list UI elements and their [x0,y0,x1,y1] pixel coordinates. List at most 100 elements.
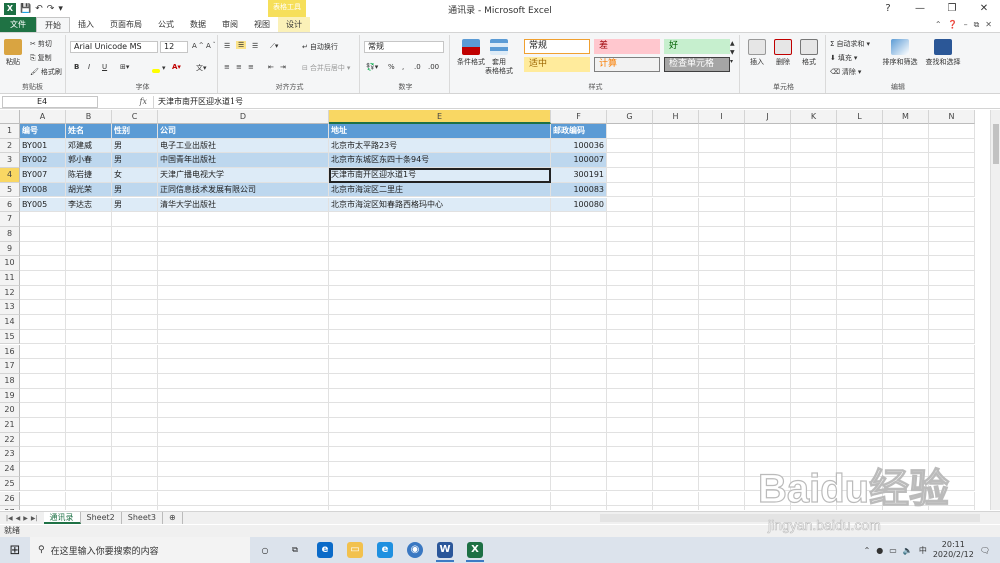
column-header[interactable]: A [20,110,66,124]
table-cell[interactable] [837,182,883,198]
table-cell[interactable] [66,271,112,286]
table-cell[interactable] [653,359,699,374]
table-cell[interactable] [699,300,745,316]
table-cell[interactable] [653,226,699,242]
table-cell[interactable] [699,226,745,242]
tab-file[interactable]: 文件 [0,17,36,32]
table-cell[interactable] [929,138,975,154]
table-cell[interactable] [653,271,699,286]
table-cell[interactable] [883,241,929,257]
table-cell[interactable] [699,329,745,345]
table-cell[interactable] [883,359,929,374]
table-cell[interactable] [791,197,837,213]
table-cell[interactable] [158,256,329,271]
cell-style-option[interactable]: 适中 [524,57,590,72]
table-cell[interactable] [653,124,699,139]
table-cell[interactable] [607,285,653,301]
worksheet-grid[interactable]: A B C D E F G H I J K L M N 1 编号 姓名 性别 公司 地址 邮政编码 2 BY001 邓建威男电… [0,110,990,510]
decrease-decimal-icon[interactable]: .00 [428,63,439,71]
windows-start-icon[interactable]: ⊞ [0,543,30,558]
table-cell[interactable] [66,462,112,477]
table-cell[interactable] [883,124,929,139]
table-cell[interactable] [551,329,607,345]
word-icon[interactable]: W [430,537,460,563]
table-cell[interactable] [791,447,837,463]
table-cell[interactable] [837,315,883,330]
table-cell[interactable] [551,300,607,316]
table-cell[interactable]: 天津市南开区迎水道1号 [329,168,551,183]
table-cell[interactable] [745,329,791,345]
row-header[interactable]: 26 [0,491,20,507]
column-header[interactable]: J [745,110,791,124]
format-painter-button[interactable]: 🖌 格式刷 [30,67,62,77]
table-cell[interactable] [158,285,329,301]
table-cell[interactable] [837,329,883,345]
table-cell[interactable] [551,403,607,418]
table-cell[interactable] [929,447,975,463]
row-header[interactable]: 6 [0,197,20,213]
column-header[interactable]: L [837,110,883,124]
table-cell[interactable] [112,329,158,345]
table-cell[interactable] [791,315,837,330]
table-cell[interactable] [66,315,112,330]
sort-filter-button[interactable]: 排序和筛选 [880,39,920,67]
table-cell[interactable] [699,124,745,139]
table-cell[interactable] [66,432,112,448]
row-header[interactable]: 10 [0,256,20,271]
tab-page-layout[interactable]: 页面布局 [102,17,150,32]
table-cell[interactable] [66,506,112,510]
table-cell[interactable] [791,373,837,389]
increase-decimal-icon[interactable]: .0 [414,63,421,71]
table-cell[interactable] [929,315,975,330]
table-cell[interactable] [20,418,66,433]
volume-icon[interactable]: 🔈 [903,546,913,555]
table-cell[interactable] [745,212,791,227]
table-cell[interactable] [699,168,745,183]
align-middle-icon[interactable]: ☰ [236,41,247,49]
table-cell[interactable] [699,373,745,389]
table-cell[interactable] [791,256,837,271]
ribbon-restore-icon[interactable]: ⧉ [974,20,980,30]
table-cell[interactable] [20,226,66,242]
row-header[interactable]: 7 [0,212,20,227]
table-cell[interactable] [607,300,653,316]
table-cell[interactable] [112,418,158,433]
wrap-text-button[interactable]: ↵ 自动换行 [302,42,338,52]
table-cell[interactable] [883,447,929,463]
find-select-button[interactable]: 查找和选择 [922,39,964,67]
table-cell[interactable]: 100083 [551,182,607,198]
table-cell[interactable] [112,462,158,477]
table-cell[interactable] [791,432,837,448]
collapse-ribbon-icon[interactable]: ⌃ [935,20,942,30]
table-cell[interactable] [20,359,66,374]
table-cell[interactable] [112,241,158,257]
table-cell[interactable]: 编号 [20,124,66,139]
table-cell[interactable] [883,344,929,360]
comma-icon[interactable]: , [402,63,404,71]
table-cell[interactable] [883,418,929,433]
table-cell[interactable] [20,256,66,271]
table-cell[interactable] [329,226,551,242]
table-cell[interactable] [929,506,975,510]
table-cell[interactable] [607,491,653,507]
table-cell[interactable] [607,182,653,198]
table-cell[interactable] [929,462,975,477]
table-cell[interactable] [158,212,329,227]
table-cell[interactable] [158,462,329,477]
table-cell[interactable] [329,476,551,492]
table-cell[interactable] [607,344,653,360]
table-cell[interactable] [329,388,551,404]
fill-button[interactable]: ⬇ 填充 ▾ [830,53,857,63]
table-cell[interactable] [607,506,653,510]
table-cell[interactable] [699,153,745,169]
table-cell[interactable] [607,476,653,492]
table-cell[interactable] [929,197,975,213]
table-cell[interactable]: 北京市海淀区二里庄 [329,182,551,198]
table-cell[interactable] [699,447,745,463]
table-cell[interactable] [551,476,607,492]
table-cell[interactable] [20,300,66,316]
table-cell[interactable] [699,197,745,213]
table-cell[interactable] [929,124,975,139]
font-name-select[interactable]: Arial Unicode MS [70,41,158,53]
table-cell[interactable] [883,212,929,227]
